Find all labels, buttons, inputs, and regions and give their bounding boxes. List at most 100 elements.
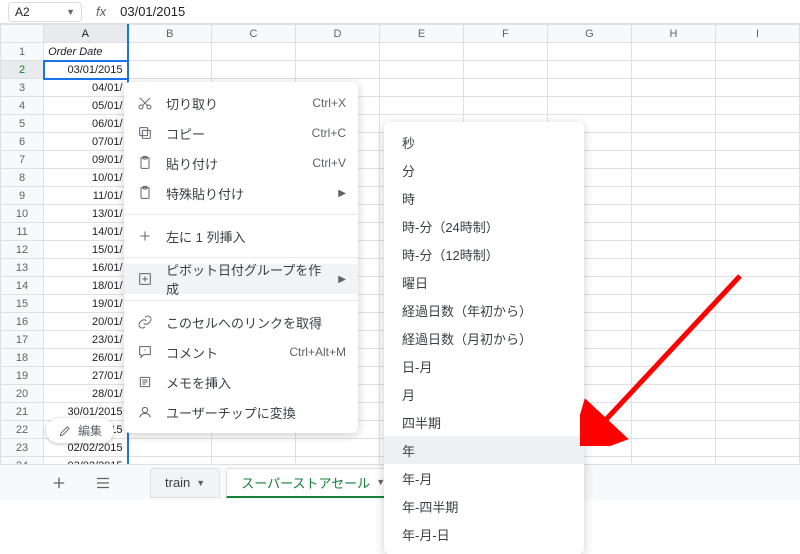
menu-insert-left[interactable]: 左に 1 列挿入 xyxy=(124,221,358,251)
row-header[interactable]: 10 xyxy=(1,205,44,223)
cell[interactable] xyxy=(463,97,547,115)
cell[interactable] xyxy=(631,79,715,97)
cell[interactable]: 28/01/ xyxy=(44,385,128,403)
row-header[interactable]: 2 xyxy=(1,61,44,79)
cell[interactable]: 19/01/ xyxy=(44,295,128,313)
cell[interactable] xyxy=(715,403,799,421)
cell[interactable] xyxy=(212,439,296,457)
row-header[interactable]: 22 xyxy=(1,421,44,439)
cell-A2[interactable]: 03/01/2015 xyxy=(44,61,128,79)
cell[interactable]: 15/01/ xyxy=(44,241,128,259)
row-header[interactable]: 5 xyxy=(1,115,44,133)
row-header[interactable]: 11 xyxy=(1,223,44,241)
cell[interactable] xyxy=(715,115,799,133)
cell[interactable] xyxy=(380,79,464,97)
formula-value[interactable]: 03/01/2015 xyxy=(120,4,185,19)
cell[interactable] xyxy=(631,43,715,61)
cell[interactable] xyxy=(631,259,715,277)
menu-user-chip[interactable]: ユーザーチップに変換 xyxy=(124,397,358,427)
cell[interactable]: 05/01/ xyxy=(44,97,128,115)
row-header[interactable]: 3 xyxy=(1,79,44,97)
corner-cell[interactable] xyxy=(1,25,44,43)
cell[interactable] xyxy=(631,439,715,457)
cell[interactable] xyxy=(380,61,464,79)
cell[interactable] xyxy=(463,61,547,79)
menu-paste[interactable]: 貼り付け Ctrl+V xyxy=(124,148,358,178)
cell[interactable] xyxy=(715,367,799,385)
cell[interactable] xyxy=(715,133,799,151)
cell[interactable] xyxy=(631,151,715,169)
row-header[interactable]: 21 xyxy=(1,403,44,421)
cell[interactable] xyxy=(463,43,547,61)
row-header[interactable]: 20 xyxy=(1,385,44,403)
submenu-item-hour-minute-12[interactable]: 時-分（12時制） xyxy=(384,240,584,268)
row-header[interactable]: 1 xyxy=(1,43,44,61)
row-header[interactable]: 6 xyxy=(1,133,44,151)
cell[interactable] xyxy=(715,223,799,241)
cell[interactable] xyxy=(631,133,715,151)
cell[interactable] xyxy=(631,97,715,115)
submenu-item-minute[interactable]: 分 xyxy=(384,156,584,184)
col-header-I[interactable]: I xyxy=(715,25,799,43)
cell[interactable] xyxy=(715,331,799,349)
cell[interactable] xyxy=(296,439,380,457)
cell[interactable] xyxy=(547,97,631,115)
cell[interactable] xyxy=(212,61,296,79)
cell[interactable] xyxy=(631,169,715,187)
row-header[interactable]: 23 xyxy=(1,439,44,457)
cell[interactable]: 23/01/ xyxy=(44,331,128,349)
cell[interactable] xyxy=(631,115,715,133)
cell[interactable]: 13/01/ xyxy=(44,205,128,223)
row-header[interactable]: 19 xyxy=(1,367,44,385)
cell[interactable] xyxy=(631,61,715,79)
cell[interactable] xyxy=(715,277,799,295)
menu-get-link[interactable]: このセルへのリンクを取得 xyxy=(124,307,358,337)
sheet-tab-superstore[interactable]: スーパーストアセール ▼ xyxy=(226,468,400,498)
submenu-item-hour[interactable]: 時 xyxy=(384,184,584,212)
col-header-A[interactable]: A xyxy=(44,25,128,43)
cell[interactable] xyxy=(715,241,799,259)
cell[interactable] xyxy=(631,241,715,259)
cell[interactable] xyxy=(715,169,799,187)
col-header-G[interactable]: G xyxy=(547,25,631,43)
cell[interactable] xyxy=(715,97,799,115)
menu-paste-special[interactable]: 特殊貼り付け ▶ xyxy=(124,178,358,208)
cell[interactable] xyxy=(715,187,799,205)
cell[interactable] xyxy=(128,439,212,457)
add-sheet-button[interactable] xyxy=(40,469,78,497)
submenu-item-year-month-day[interactable]: 年-月-日 xyxy=(384,520,584,548)
cell[interactable] xyxy=(631,205,715,223)
row-header[interactable]: 4 xyxy=(1,97,44,115)
row-header[interactable]: 7 xyxy=(1,151,44,169)
cell[interactable]: 09/01/ xyxy=(44,151,128,169)
col-header-C[interactable]: C xyxy=(212,25,296,43)
cell[interactable] xyxy=(631,403,715,421)
cell[interactable]: 04/01/ xyxy=(44,79,128,97)
cell[interactable] xyxy=(296,61,380,79)
cell[interactable] xyxy=(715,421,799,439)
submenu-item-year-quarter[interactable]: 年-四半期 xyxy=(384,492,584,520)
cell[interactable]: 18/01/ xyxy=(44,277,128,295)
cell[interactable] xyxy=(212,43,296,61)
cell[interactable] xyxy=(128,61,212,79)
cell[interactable] xyxy=(547,43,631,61)
cell[interactable] xyxy=(631,187,715,205)
cell[interactable]: 06/01/ xyxy=(44,115,128,133)
cell[interactable] xyxy=(547,61,631,79)
row-header[interactable]: 14 xyxy=(1,277,44,295)
cell[interactable] xyxy=(715,205,799,223)
all-sheets-button[interactable] xyxy=(84,469,122,497)
cell[interactable]: 11/01/ xyxy=(44,187,128,205)
submenu-item-weekday[interactable]: 曜日 xyxy=(384,268,584,296)
submenu-item-quarter[interactable]: 四半期 xyxy=(384,408,584,436)
cell[interactable] xyxy=(715,295,799,313)
submenu-item-days-from-month[interactable]: 経過日数（月初から） xyxy=(384,324,584,352)
row-header[interactable]: 18 xyxy=(1,349,44,367)
cell[interactable] xyxy=(715,439,799,457)
submenu-item-days-from-year[interactable]: 経過日数（年初から） xyxy=(384,296,584,324)
cell[interactable] xyxy=(296,43,380,61)
row-header[interactable]: 8 xyxy=(1,169,44,187)
submenu-item-hour-minute-24[interactable]: 時-分（24時制） xyxy=(384,212,584,240)
menu-insert-note[interactable]: メモを挿入 xyxy=(124,367,358,397)
menu-cut[interactable]: 切り取り Ctrl+X xyxy=(124,88,358,118)
